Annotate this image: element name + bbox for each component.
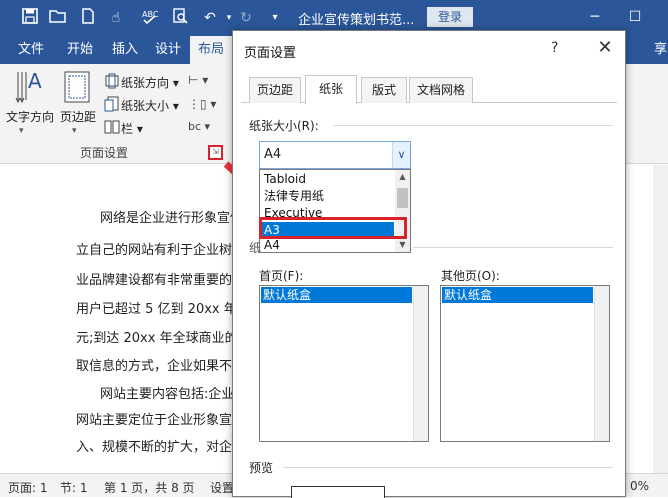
dropdown-option[interactable]: A4	[262, 239, 394, 252]
doc-line: 网站主要定位于企业形象宣传	[76, 413, 246, 428]
dropdown-option[interactable]: 法律专用纸	[262, 188, 394, 205]
group-label-page-setup: 页面设置	[80, 146, 129, 160]
status-settings[interactable]: 设置	[210, 479, 234, 496]
dropdown-scrollbar[interactable]: ▲ ▼	[395, 170, 410, 252]
maximize-icon[interactable]: ☐	[620, 6, 650, 28]
status-page: 页面: 1	[8, 481, 48, 495]
margins-icon[interactable]	[63, 70, 91, 107]
tab-insert[interactable]: 插入	[112, 36, 138, 64]
tray-option-selected[interactable]: 默认纸盒	[261, 287, 412, 303]
orientation-label: 纸张方向	[121, 76, 170, 90]
login-button[interactable]: 登录	[427, 7, 473, 27]
page-setup-launcher-icon[interactable]: ⇲	[208, 145, 223, 160]
zoom-level[interactable]: 0%	[630, 479, 649, 493]
paper-size-value: A4	[264, 147, 282, 162]
other-pages-label: 其他页(O):	[441, 269, 500, 283]
list-scrollbar[interactable]	[594, 286, 609, 441]
tab-file[interactable]: 文件	[18, 36, 44, 64]
dialog-tabs: 页边距 纸张 版式 文档网格	[241, 75, 617, 104]
svg-text:ABC: ABC	[142, 10, 159, 19]
tab-paper[interactable]: 纸张	[305, 75, 357, 104]
paper-size-section-label: 纸张大小(R):	[249, 119, 319, 133]
doc-line: 入、规模不断的扩大，对企业	[76, 440, 246, 455]
columns-icon[interactable]	[104, 119, 120, 138]
columns-button[interactable]: 栏 ▾	[121, 120, 143, 137]
breaks-icon[interactable]: ⊢ ▾	[188, 73, 208, 87]
doc-line: 用户已超过 5 亿到 20xx 年将	[76, 302, 250, 317]
other-pages-tray-list[interactable]: 默认纸盒	[440, 285, 610, 442]
touch-mode-icon[interactable]: ☝	[106, 8, 126, 28]
minimize-icon[interactable]: ─	[580, 6, 610, 28]
tab-home[interactable]: 开始	[67, 36, 93, 64]
margins-dropdown-icon[interactable]: ▾	[72, 126, 77, 136]
text-direction-dropdown-icon[interactable]: ▾	[19, 126, 24, 136]
customize-toolbar-icon[interactable]: ▾	[265, 8, 285, 28]
doc-line: 网站主要内容包括:企业介	[100, 387, 248, 402]
scroll-up-icon[interactable]: ▲	[395, 172, 410, 181]
document-title: 企业宣传策划书范...	[298, 13, 415, 28]
orientation-icon[interactable]	[104, 73, 120, 92]
document-scrollbar[interactable]	[653, 165, 668, 473]
status-section: 节: 1	[60, 481, 88, 495]
tab-design[interactable]: 设计	[155, 36, 181, 64]
tray-option-selected[interactable]: 默认纸盒	[442, 287, 593, 303]
text-direction-icon[interactable]: A	[14, 68, 50, 109]
save-icon[interactable]	[20, 8, 40, 28]
line-numbers-icon[interactable]: ⋮▯ ▾	[188, 97, 216, 111]
separator	[283, 467, 613, 468]
orientation-button[interactable]: 纸张方向 ▾	[121, 74, 179, 91]
help-button[interactable]: ?	[551, 40, 558, 56]
separator	[333, 125, 613, 126]
svg-text:A: A	[28, 69, 42, 93]
margins-label[interactable]: 页边距	[60, 108, 96, 125]
dialog-title: 页面设置	[244, 46, 297, 61]
doc-line: 立自己的网站有利于企业树立	[76, 243, 246, 258]
scroll-down-icon[interactable]: ▼	[395, 240, 410, 249]
share-button[interactable]: 享	[654, 36, 667, 64]
spell-check-icon[interactable]: ABC	[140, 8, 160, 28]
preview-section-label: 预览	[249, 461, 274, 475]
separator	[413, 247, 613, 248]
first-page-label: 首页(F):	[259, 269, 304, 283]
paper-size-combobox[interactable]: A4 ∨	[259, 141, 411, 169]
open-folder-icon[interactable]	[48, 8, 68, 28]
new-document-icon[interactable]	[78, 8, 98, 28]
status-page-of[interactable]: 第 1 页，共 8 页	[104, 479, 195, 496]
paper-size-button[interactable]: 纸张大小 ▾	[121, 97, 179, 114]
chevron-down-icon[interactable]: ∨	[392, 142, 410, 168]
paper-size-label: 纸张大小	[121, 99, 170, 113]
tab-document-grid[interactable]: 文档网格	[409, 77, 473, 103]
columns-label: 栏	[121, 122, 134, 136]
page-preview	[291, 486, 385, 498]
text-direction-label[interactable]: 文字方向	[6, 108, 54, 125]
tab-layout-options[interactable]: 版式	[361, 77, 407, 103]
paper-size-dropdown[interactable]: Tabloid 法律专用纸 Executive A3 A4 ▲ ▼	[259, 169, 411, 253]
annotation-highlight-box	[259, 217, 407, 239]
paper-source-section-label: 纸	[249, 241, 262, 255]
doc-line: 业品牌建设都有非常重要的意	[76, 273, 246, 288]
first-page-tray-list[interactable]: 默认纸盒	[259, 285, 429, 442]
dropdown-option[interactable]: Tabloid	[262, 171, 394, 188]
list-scrollbar[interactable]	[413, 286, 428, 441]
tab-margins[interactable]: 页边距	[249, 77, 301, 103]
undo-icon[interactable]: ↶	[200, 8, 220, 28]
redo-icon[interactable]: ↻	[236, 8, 256, 28]
doc-line: 取信息的方式，企业如果不充	[76, 359, 246, 374]
doc-line: 元;到达 20xx 年全球商业的一	[76, 331, 251, 346]
print-preview-icon[interactable]	[170, 8, 190, 28]
hyphenation-icon[interactable]: bc ▾	[188, 120, 210, 133]
paper-size-icon[interactable]	[104, 96, 120, 115]
scroll-thumb[interactable]	[397, 188, 408, 208]
tab-layout[interactable]: 布局	[190, 36, 233, 64]
page-setup-dialog: 页面设置 ? ✕ 页边距 纸张 版式 文档网格 纸张大小(R): A4 ∨ Ta…	[232, 30, 626, 498]
close-icon[interactable]: ✕	[593, 37, 617, 58]
